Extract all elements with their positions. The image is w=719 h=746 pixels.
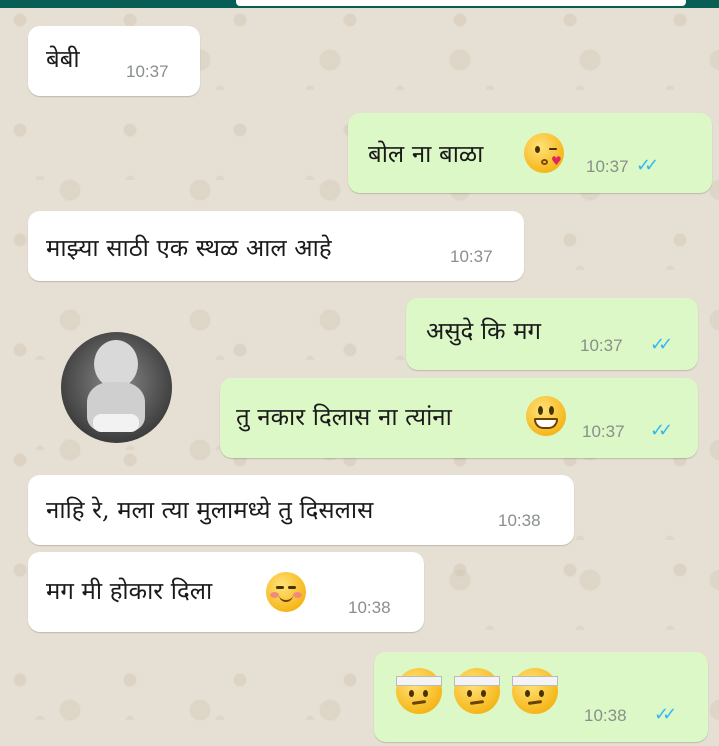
message-text: बोल ना बाळा [368,140,484,168]
grinning-emoji-icon [526,396,566,436]
message-bubble-outgoing[interactable]: तु नकार दिलास ना त्यांना 10:37 ✓✓ [220,378,698,458]
read-receipt-icon: ✓✓ [650,334,673,355]
message-bubble-incoming[interactable]: बेबी 10:37 [28,26,200,96]
header-strip [236,0,686,6]
message-text: मग मी होकार दिला [46,577,213,605]
message-time: 10:38 [584,706,627,725]
kissing-wink-emoji-icon: ♥ [524,133,564,173]
message-bubble-outgoing[interactable]: असुदे कि मग 10:37 ✓✓ [406,298,698,370]
read-receipt-icon: ✓✓ [654,704,677,725]
message-bubble-outgoing[interactable]: 10:38 ✓✓ [374,652,708,742]
bandaged-face-emoji-icon [396,668,442,714]
avatar-diaper [93,414,139,432]
message-bubble-incoming[interactable]: माझ्या साठी एक स्थळ आल आहे 10:37 [28,211,524,281]
message-text: माझ्या साठी एक स्थळ आल आहे [46,234,332,262]
avatar-head [94,340,138,388]
message-bubble-outgoing[interactable]: बोल ना बाळा ♥ 10:37 ✓✓ [348,113,712,193]
message-bubble-incoming[interactable]: नाहि रे, मला त्या मुलामध्ये तु दिसलास 10… [28,475,574,545]
message-time: 10:38 [498,511,541,530]
message-bubble-incoming[interactable]: मग मी होकार दिला 10:38 [28,552,424,632]
read-receipt-icon: ✓✓ [650,420,673,441]
message-time: 10:38 [348,598,391,617]
message-time: 10:37 [126,62,169,81]
read-receipt-icon: ✓✓ [636,155,659,176]
message-time: 10:37 [586,157,629,176]
message-time: 10:37 [580,336,623,355]
message-text: असुदे कि मग [426,317,542,345]
message-time: 10:37 [450,247,493,266]
message-text: बेबी [46,45,80,73]
bandaged-face-emoji-icon [512,668,558,714]
message-text: तु नकार दिलास ना त्यांना [236,403,452,431]
baby-photo-avatar-icon[interactable] [61,332,172,443]
message-text: नाहि रे, मला त्या मुलामध्ये तु दिसलास [46,496,374,524]
chat-header-bar [0,0,719,8]
blushing-smile-emoji-icon [266,572,306,612]
bandaged-face-emoji-icon [454,668,500,714]
message-time: 10:37 [582,422,625,441]
